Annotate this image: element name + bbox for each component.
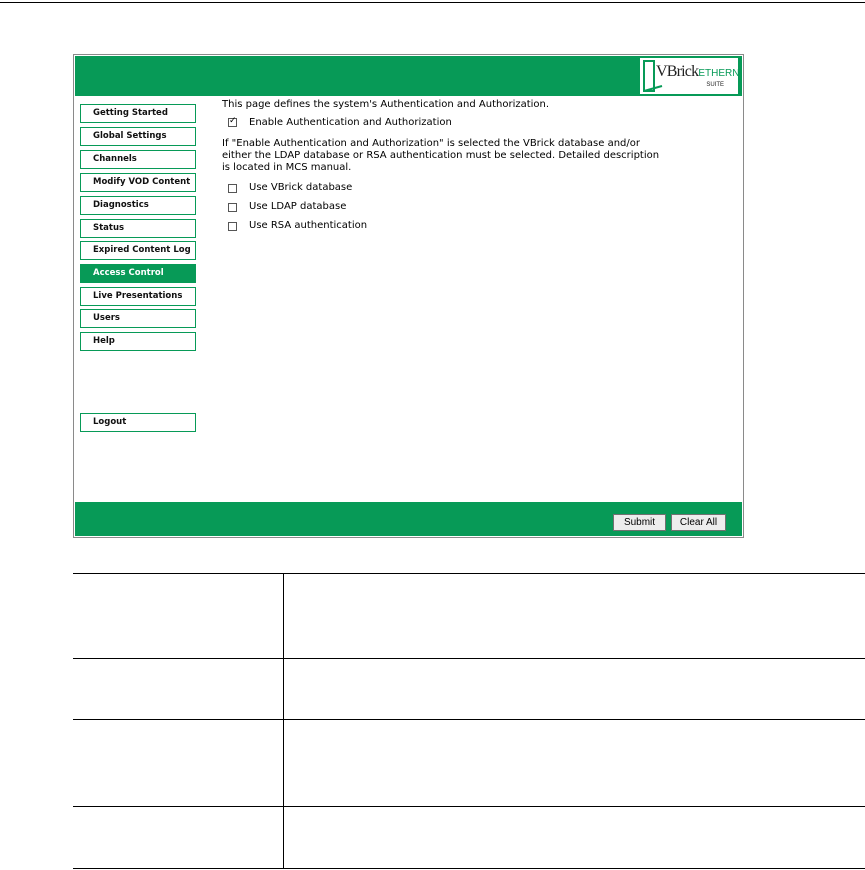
sidebar-item-access-control[interactable]: Access Control: [80, 264, 196, 283]
use-vbrick-db-checkbox[interactable]: [228, 184, 237, 193]
sidebar-item-live-presentations[interactable]: Live Presentations: [80, 287, 196, 306]
enable-auth-label: Enable Authentication and Authorization: [249, 117, 452, 128]
submit-button[interactable]: Submit: [613, 514, 666, 531]
table-rule: [73, 806, 865, 807]
header-bar: VBrickETHERNETV SUITE: [75, 56, 742, 96]
clear-all-button[interactable]: Clear All: [671, 514, 726, 531]
sidebar-item-channels[interactable]: Channels: [80, 150, 196, 169]
footer-bar: Submit Clear All: [75, 502, 742, 536]
intro-text: This page defines the system's Authentic…: [222, 99, 550, 110]
logo-product: ETHERNETV: [698, 68, 738, 79]
sidebar-item-status[interactable]: Status: [80, 219, 196, 238]
logo-brand: VBrick: [656, 63, 699, 80]
enable-auth-checkbox[interactable]: ✓: [228, 116, 237, 127]
use-ldap-db-checkbox[interactable]: [228, 203, 237, 212]
table-rule: [73, 719, 865, 720]
use-vbrick-db-label: Use VBrick database: [249, 182, 353, 193]
table-rule: [73, 658, 865, 659]
table-rule: [73, 868, 865, 869]
table-column-divider: [283, 573, 284, 869]
sidebar-item-modify-vod-content[interactable]: Modify VOD Content: [80, 173, 196, 192]
use-ldap-db-label: Use LDAP database: [249, 201, 347, 212]
sidebar-item-users[interactable]: Users: [80, 309, 196, 328]
use-rsa-label: Use RSA authentication: [249, 220, 368, 231]
table-rule: [73, 573, 865, 574]
screenshot-frame: VBrickETHERNETV SUITE Getting Started Gl…: [73, 54, 744, 538]
note-line-3: is located in MCS manual.: [222, 162, 352, 173]
note-line-2: either the LDAP database or RSA authenti…: [222, 150, 660, 161]
vbrick-logo: VBrickETHERNETV SUITE: [640, 58, 738, 94]
sidebar-item-diagnostics[interactable]: Diagnostics: [80, 196, 196, 215]
use-rsa-checkbox[interactable]: [228, 222, 237, 231]
logo-text: VBrickETHERNETV: [656, 63, 738, 81]
page-top-rule: [0, 2, 865, 3]
sidebar-item-getting-started[interactable]: Getting Started: [80, 104, 196, 123]
note-line-1: If "Enable Authentication and Authorizat…: [222, 138, 640, 149]
checkmark-icon: ✓: [229, 116, 237, 126]
logout-button[interactable]: Logout: [80, 413, 196, 432]
logo-suite: SUITE: [706, 82, 724, 88]
sidebar-item-expired-content-log[interactable]: Expired Content Log: [80, 241, 196, 260]
sidebar-item-help[interactable]: Help: [80, 332, 196, 351]
sidebar-item-global-settings[interactable]: Global Settings: [80, 127, 196, 146]
